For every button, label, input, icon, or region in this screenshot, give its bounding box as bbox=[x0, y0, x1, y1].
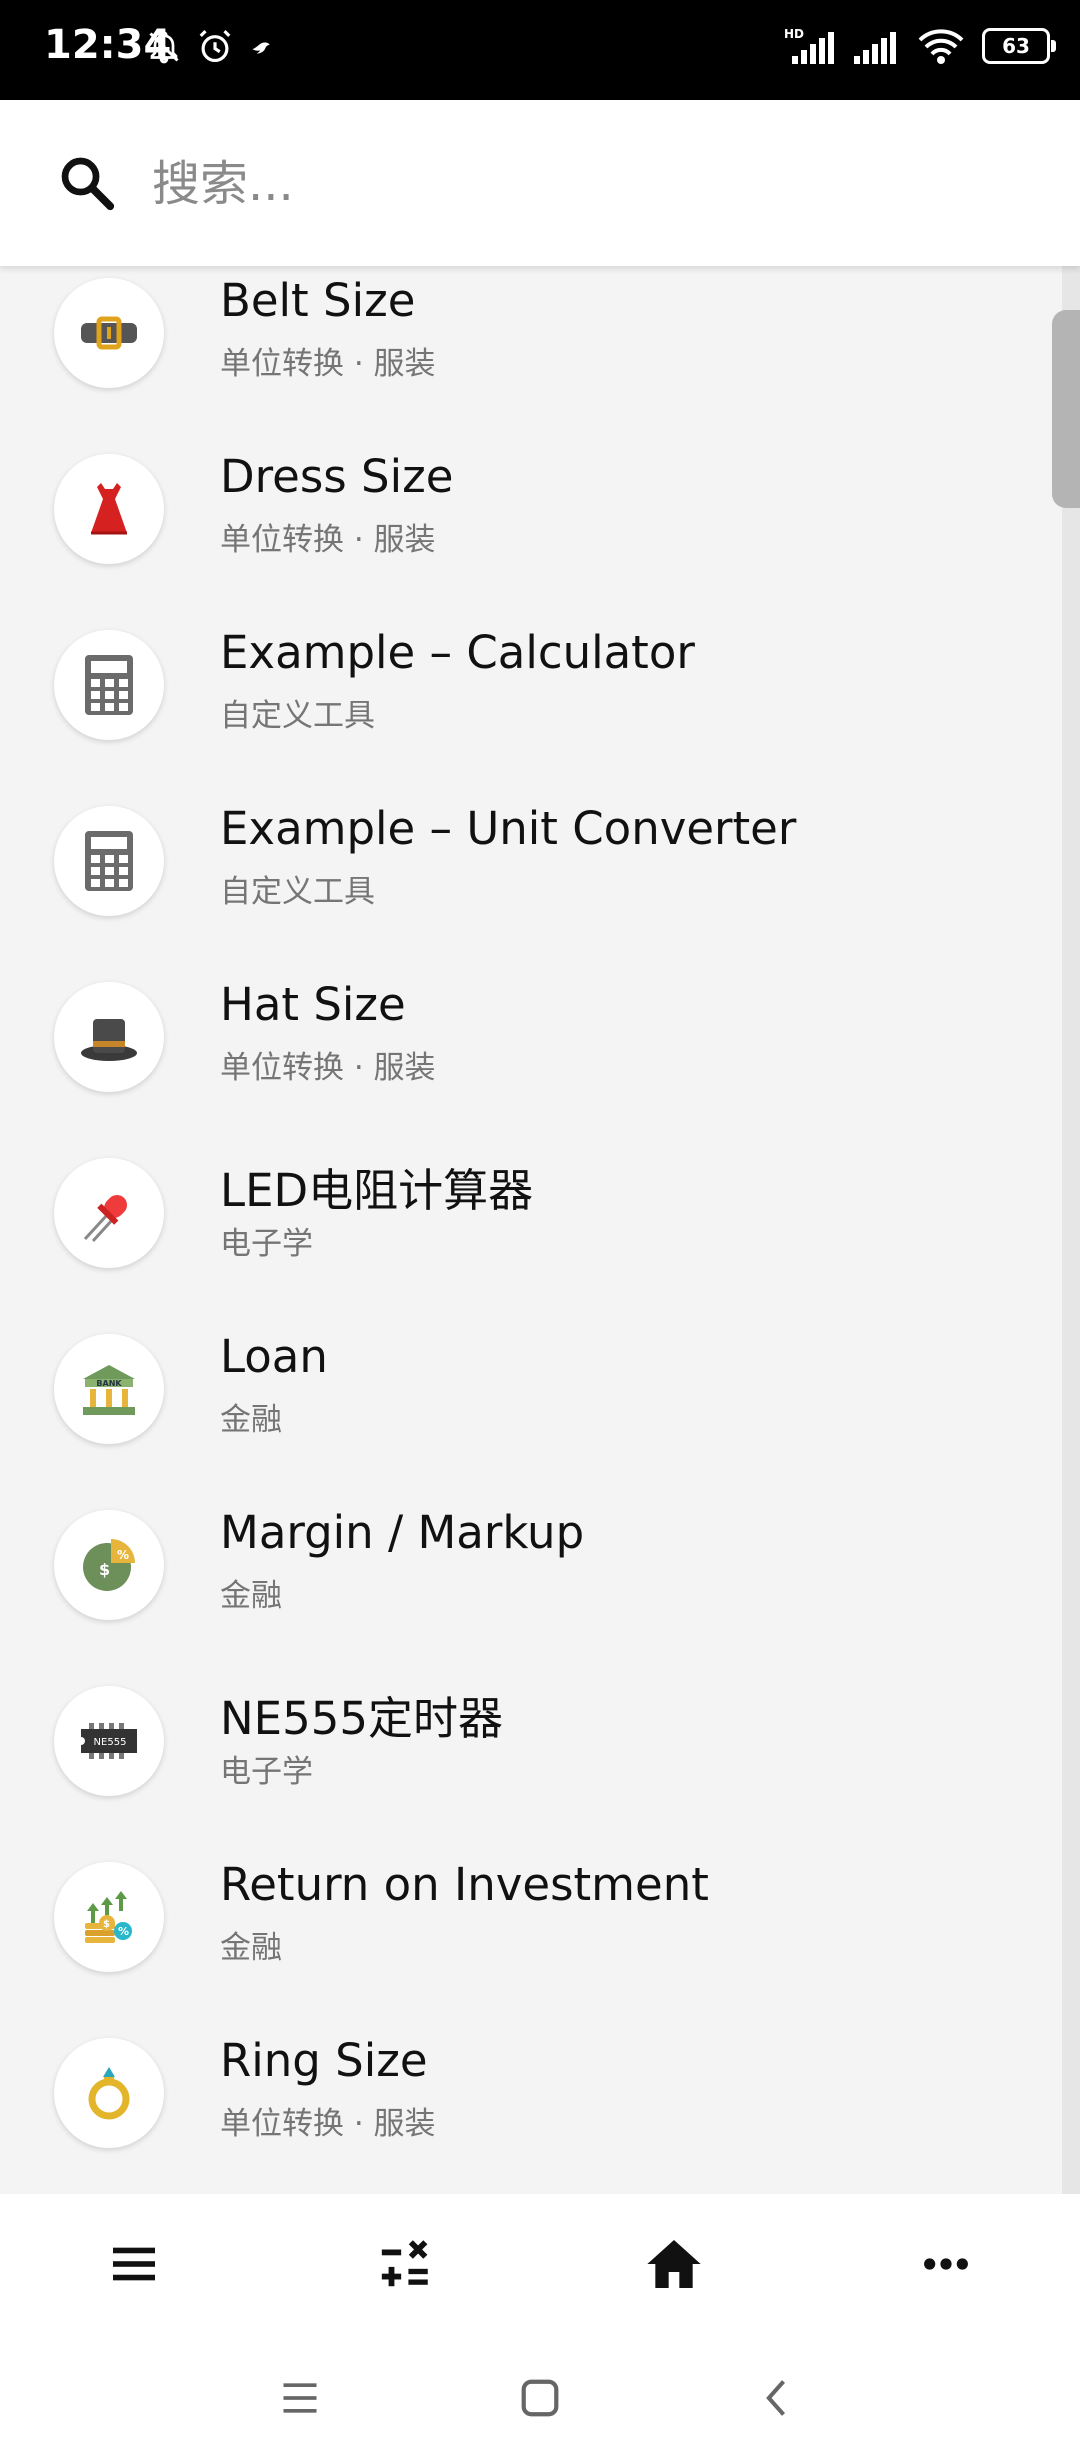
back-icon bbox=[766, 2380, 786, 2416]
recent-apps-button[interactable] bbox=[270, 2368, 330, 2428]
led-icon bbox=[83, 1195, 127, 1243]
item-title: NE555定时器 bbox=[220, 1692, 503, 1745]
bank-icon: BANK bbox=[83, 1365, 135, 1415]
system-navigation-bar bbox=[0, 2334, 1080, 2460]
svg-text:HD: HD bbox=[784, 27, 804, 41]
list-item-example-calculator[interactable]: Example – Calculator 自定义工具 bbox=[0, 618, 1062, 794]
home-square-icon bbox=[521, 2379, 559, 2417]
svg-text:$: $ bbox=[99, 1560, 110, 1579]
item-title: Dress Size bbox=[220, 450, 454, 503]
bell-off-icon bbox=[149, 31, 179, 64]
recent-apps-icon bbox=[283, 2383, 317, 2413]
item-subtitle: 电子学 bbox=[220, 1226, 313, 1262]
list-item-return-on-investment[interactable]: $ % Return on Investment 金融 bbox=[0, 1850, 1062, 2026]
signal-hd-icon: HD bbox=[784, 27, 834, 64]
item-title: LED电阻计算器 bbox=[220, 1164, 534, 1217]
item-title: Loan bbox=[220, 1330, 328, 1383]
list-item-example-unit-converter[interactable]: Example – Unit Converter 自定义工具 bbox=[0, 794, 1062, 970]
item-subtitle: 单位转换 · 服装 bbox=[220, 1050, 436, 1086]
list-item-dress-size[interactable]: Dress Size 单位转换 · 服装 bbox=[0, 442, 1062, 618]
calculator-button[interactable] bbox=[366, 2224, 446, 2304]
scrollbar-track[interactable] bbox=[1062, 266, 1080, 2194]
chip-label: NE555 bbox=[94, 1737, 127, 1748]
investment-icon: $ % bbox=[85, 1891, 132, 1943]
item-title: Return on Investment bbox=[220, 1858, 709, 1911]
bird-icon bbox=[252, 42, 270, 54]
tool-list: Belt Size 单位转换 · 服装 Dress Size 单位转换 · 服装 bbox=[0, 266, 1062, 2194]
item-title: Example – Unit Converter bbox=[220, 802, 797, 855]
item-title: Hat Size bbox=[220, 978, 406, 1031]
search-header bbox=[0, 100, 1080, 266]
chip-icon: NE555 bbox=[77, 1723, 137, 1759]
bottom-navigation bbox=[0, 2194, 1080, 2334]
ring-icon bbox=[88, 2067, 130, 2120]
more-button[interactable] bbox=[906, 2224, 986, 2304]
dress-icon bbox=[91, 483, 127, 535]
calculator-icon bbox=[85, 655, 133, 715]
item-subtitle: 电子学 bbox=[220, 1754, 313, 1790]
search-input[interactable] bbox=[150, 140, 1014, 228]
item-subtitle: 自定义工具 bbox=[220, 874, 375, 910]
menu-icon bbox=[113, 2247, 155, 2281]
item-subtitle: 金融 bbox=[220, 1578, 282, 1614]
item-title: Margin / Markup bbox=[220, 1506, 585, 1559]
item-subtitle: 单位转换 · 服装 bbox=[220, 2106, 436, 2142]
list-item-loan[interactable]: BANK Loan 金融 bbox=[0, 1322, 1062, 1498]
back-button[interactable] bbox=[748, 2368, 808, 2428]
item-subtitle: 单位转换 · 服装 bbox=[220, 522, 436, 558]
list-item-ring-size[interactable]: Ring Size 单位转换 · 服装 bbox=[0, 2026, 1062, 2194]
top-hat-icon bbox=[81, 1019, 137, 1061]
item-title: Belt Size bbox=[220, 274, 416, 327]
item-title: Ring Size bbox=[220, 2034, 428, 2087]
bank-label: BANK bbox=[96, 1379, 122, 1388]
item-subtitle: 金融 bbox=[220, 1402, 282, 1438]
scrollbar-thumb[interactable] bbox=[1052, 310, 1080, 508]
pie-chart-icon: $ % bbox=[83, 1539, 135, 1591]
item-subtitle: 自定义工具 bbox=[220, 698, 375, 734]
wifi-icon bbox=[918, 29, 964, 64]
status-bar: 12:34 HD 63 bbox=[0, 0, 1080, 100]
item-subtitle: 单位转换 · 服装 bbox=[220, 346, 436, 382]
list-item-belt-size[interactable]: Belt Size 单位转换 · 服装 bbox=[0, 266, 1062, 442]
item-subtitle: 金融 bbox=[220, 1930, 282, 1966]
svg-text:%: % bbox=[117, 1548, 129, 1562]
list-item-hat-size[interactable]: Hat Size 单位转换 · 服装 bbox=[0, 970, 1062, 1146]
list-item-margin-markup[interactable]: $ % Margin / Markup 金融 bbox=[0, 1498, 1062, 1674]
list-item-led-resistor[interactable]: LED电阻计算器 电子学 bbox=[0, 1146, 1062, 1322]
system-home-button[interactable] bbox=[510, 2368, 570, 2428]
calculator-ops-icon bbox=[381, 2240, 428, 2287]
svg-text:%: % bbox=[118, 1925, 129, 1938]
home-button[interactable] bbox=[634, 2224, 714, 2304]
calculator-icon bbox=[85, 831, 133, 891]
list-item-ne555-timer[interactable]: NE555 NE555定时器 电子学 bbox=[0, 1674, 1062, 1850]
belt-icon bbox=[81, 316, 137, 350]
signal-icon bbox=[854, 32, 896, 64]
home-icon bbox=[647, 2240, 701, 2288]
menu-button[interactable] bbox=[94, 2224, 174, 2304]
item-title: Example – Calculator bbox=[220, 626, 695, 679]
svg-text:$: $ bbox=[103, 1919, 110, 1930]
battery-indicator: 63 bbox=[982, 28, 1056, 64]
more-icon bbox=[924, 2258, 968, 2270]
alarm-icon bbox=[199, 30, 231, 63]
search-icon[interactable] bbox=[56, 152, 118, 214]
